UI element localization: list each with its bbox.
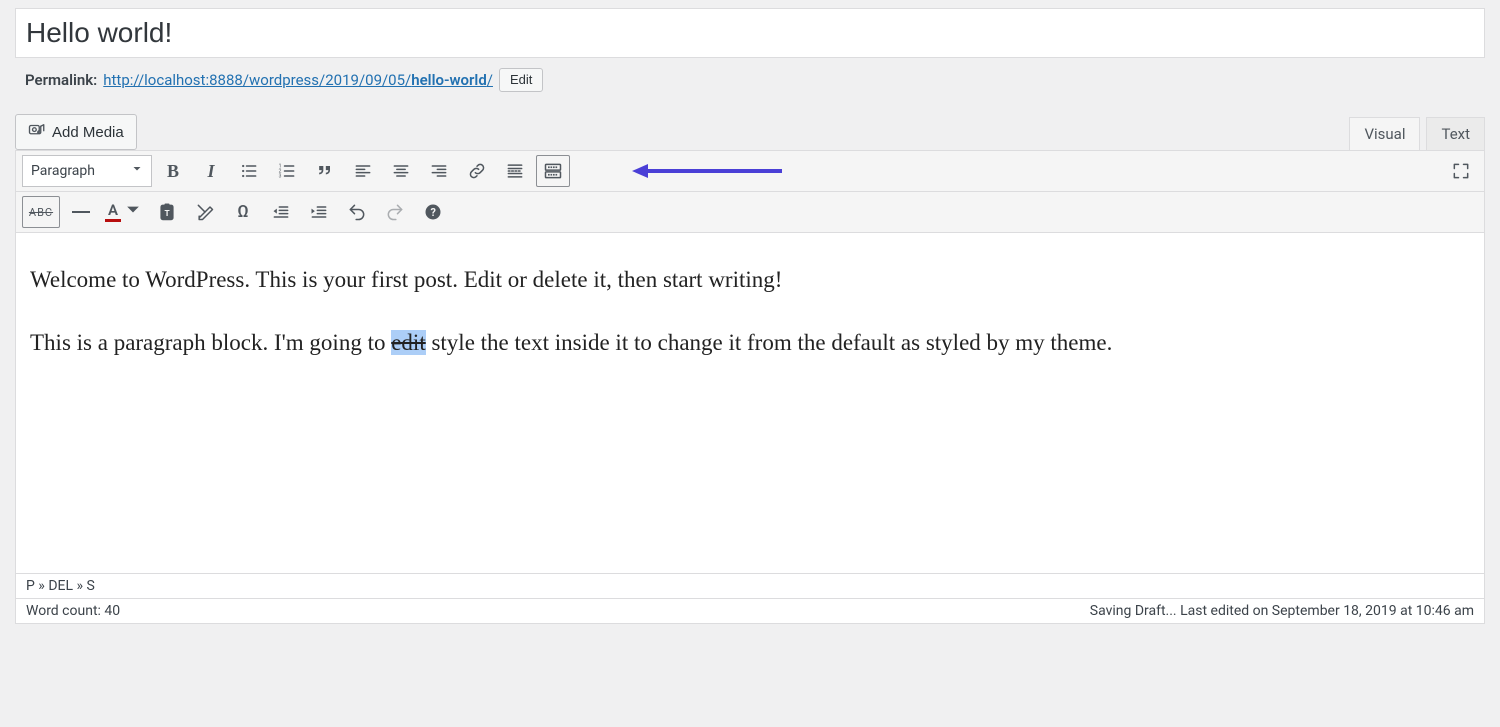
toolbar-row-1: Paragraph B I 123 [16, 151, 1484, 192]
blockquote-button[interactable] [308, 155, 342, 187]
strikethrough-selection: edit [391, 330, 426, 355]
permalink-link[interactable]: http://localhost:8888/wordpress/2019/09/… [103, 71, 493, 89]
permalink-edit-button[interactable]: Edit [499, 68, 543, 92]
editor-content[interactable]: Welcome to WordPress. This is your first… [16, 233, 1484, 573]
bold-button[interactable]: B [156, 155, 190, 187]
add-media-label: Add Media [52, 124, 124, 141]
status-bar: Word count: 40 Saving Draft... Last edit… [16, 598, 1484, 623]
align-center-button[interactable] [384, 155, 418, 187]
camera-music-icon [28, 121, 46, 143]
chevron-down-icon [123, 200, 143, 224]
undo-button[interactable] [340, 196, 374, 228]
tab-text[interactable]: Text [1426, 117, 1485, 150]
save-status: Saving Draft... Last edited on September… [1090, 603, 1474, 619]
editor-tabs: Visual Text [1349, 117, 1485, 150]
redo-button[interactable] [378, 196, 412, 228]
editor-box: Paragraph B I 123 [15, 150, 1485, 624]
toolbar-row-2: ABC A TT Ω ? [16, 192, 1484, 233]
horizontal-rule-button[interactable] [64, 196, 98, 228]
annotation-arrow-icon [632, 161, 782, 181]
svg-text:T: T [165, 209, 170, 219]
indent-button[interactable] [302, 196, 336, 228]
tab-visual[interactable]: Visual [1349, 117, 1420, 150]
read-more-button[interactable] [498, 155, 532, 187]
special-character-button[interactable]: Ω [226, 196, 260, 228]
align-right-button[interactable] [422, 155, 456, 187]
svg-text:3: 3 [279, 174, 282, 180]
chevron-down-icon [131, 163, 143, 179]
align-left-button[interactable] [346, 155, 380, 187]
toolbar-toggle-button[interactable] [536, 155, 570, 187]
italic-button[interactable]: I [194, 155, 228, 187]
link-button[interactable] [460, 155, 494, 187]
clear-formatting-button[interactable] [188, 196, 222, 228]
svg-text:?: ? [431, 206, 436, 219]
add-media-button[interactable]: Add Media [15, 114, 137, 150]
word-count: Word count: 40 [26, 603, 120, 619]
permalink-label: Permalink: [25, 71, 97, 89]
content-paragraph-2: This is a paragraph block. I'm going to … [30, 326, 1470, 361]
outdent-button[interactable] [264, 196, 298, 228]
paste-as-text-button[interactable]: TT [150, 196, 184, 228]
numbered-list-button[interactable]: 123 [270, 155, 304, 187]
hr-icon [72, 211, 90, 213]
fullscreen-button[interactable] [1444, 155, 1478, 187]
strikethrough-button[interactable]: ABC [22, 196, 60, 228]
text-color-button[interactable]: A [102, 196, 146, 228]
format-select[interactable]: Paragraph [22, 155, 152, 187]
content-paragraph-1: Welcome to WordPress. This is your first… [30, 263, 1470, 298]
bullet-list-button[interactable] [232, 155, 266, 187]
element-path[interactable]: P » DEL » S [16, 573, 1484, 598]
post-title-input[interactable] [15, 8, 1485, 58]
permalink-row: Permalink: http://localhost:8888/wordpre… [15, 58, 1485, 92]
help-button[interactable]: ? [416, 196, 450, 228]
